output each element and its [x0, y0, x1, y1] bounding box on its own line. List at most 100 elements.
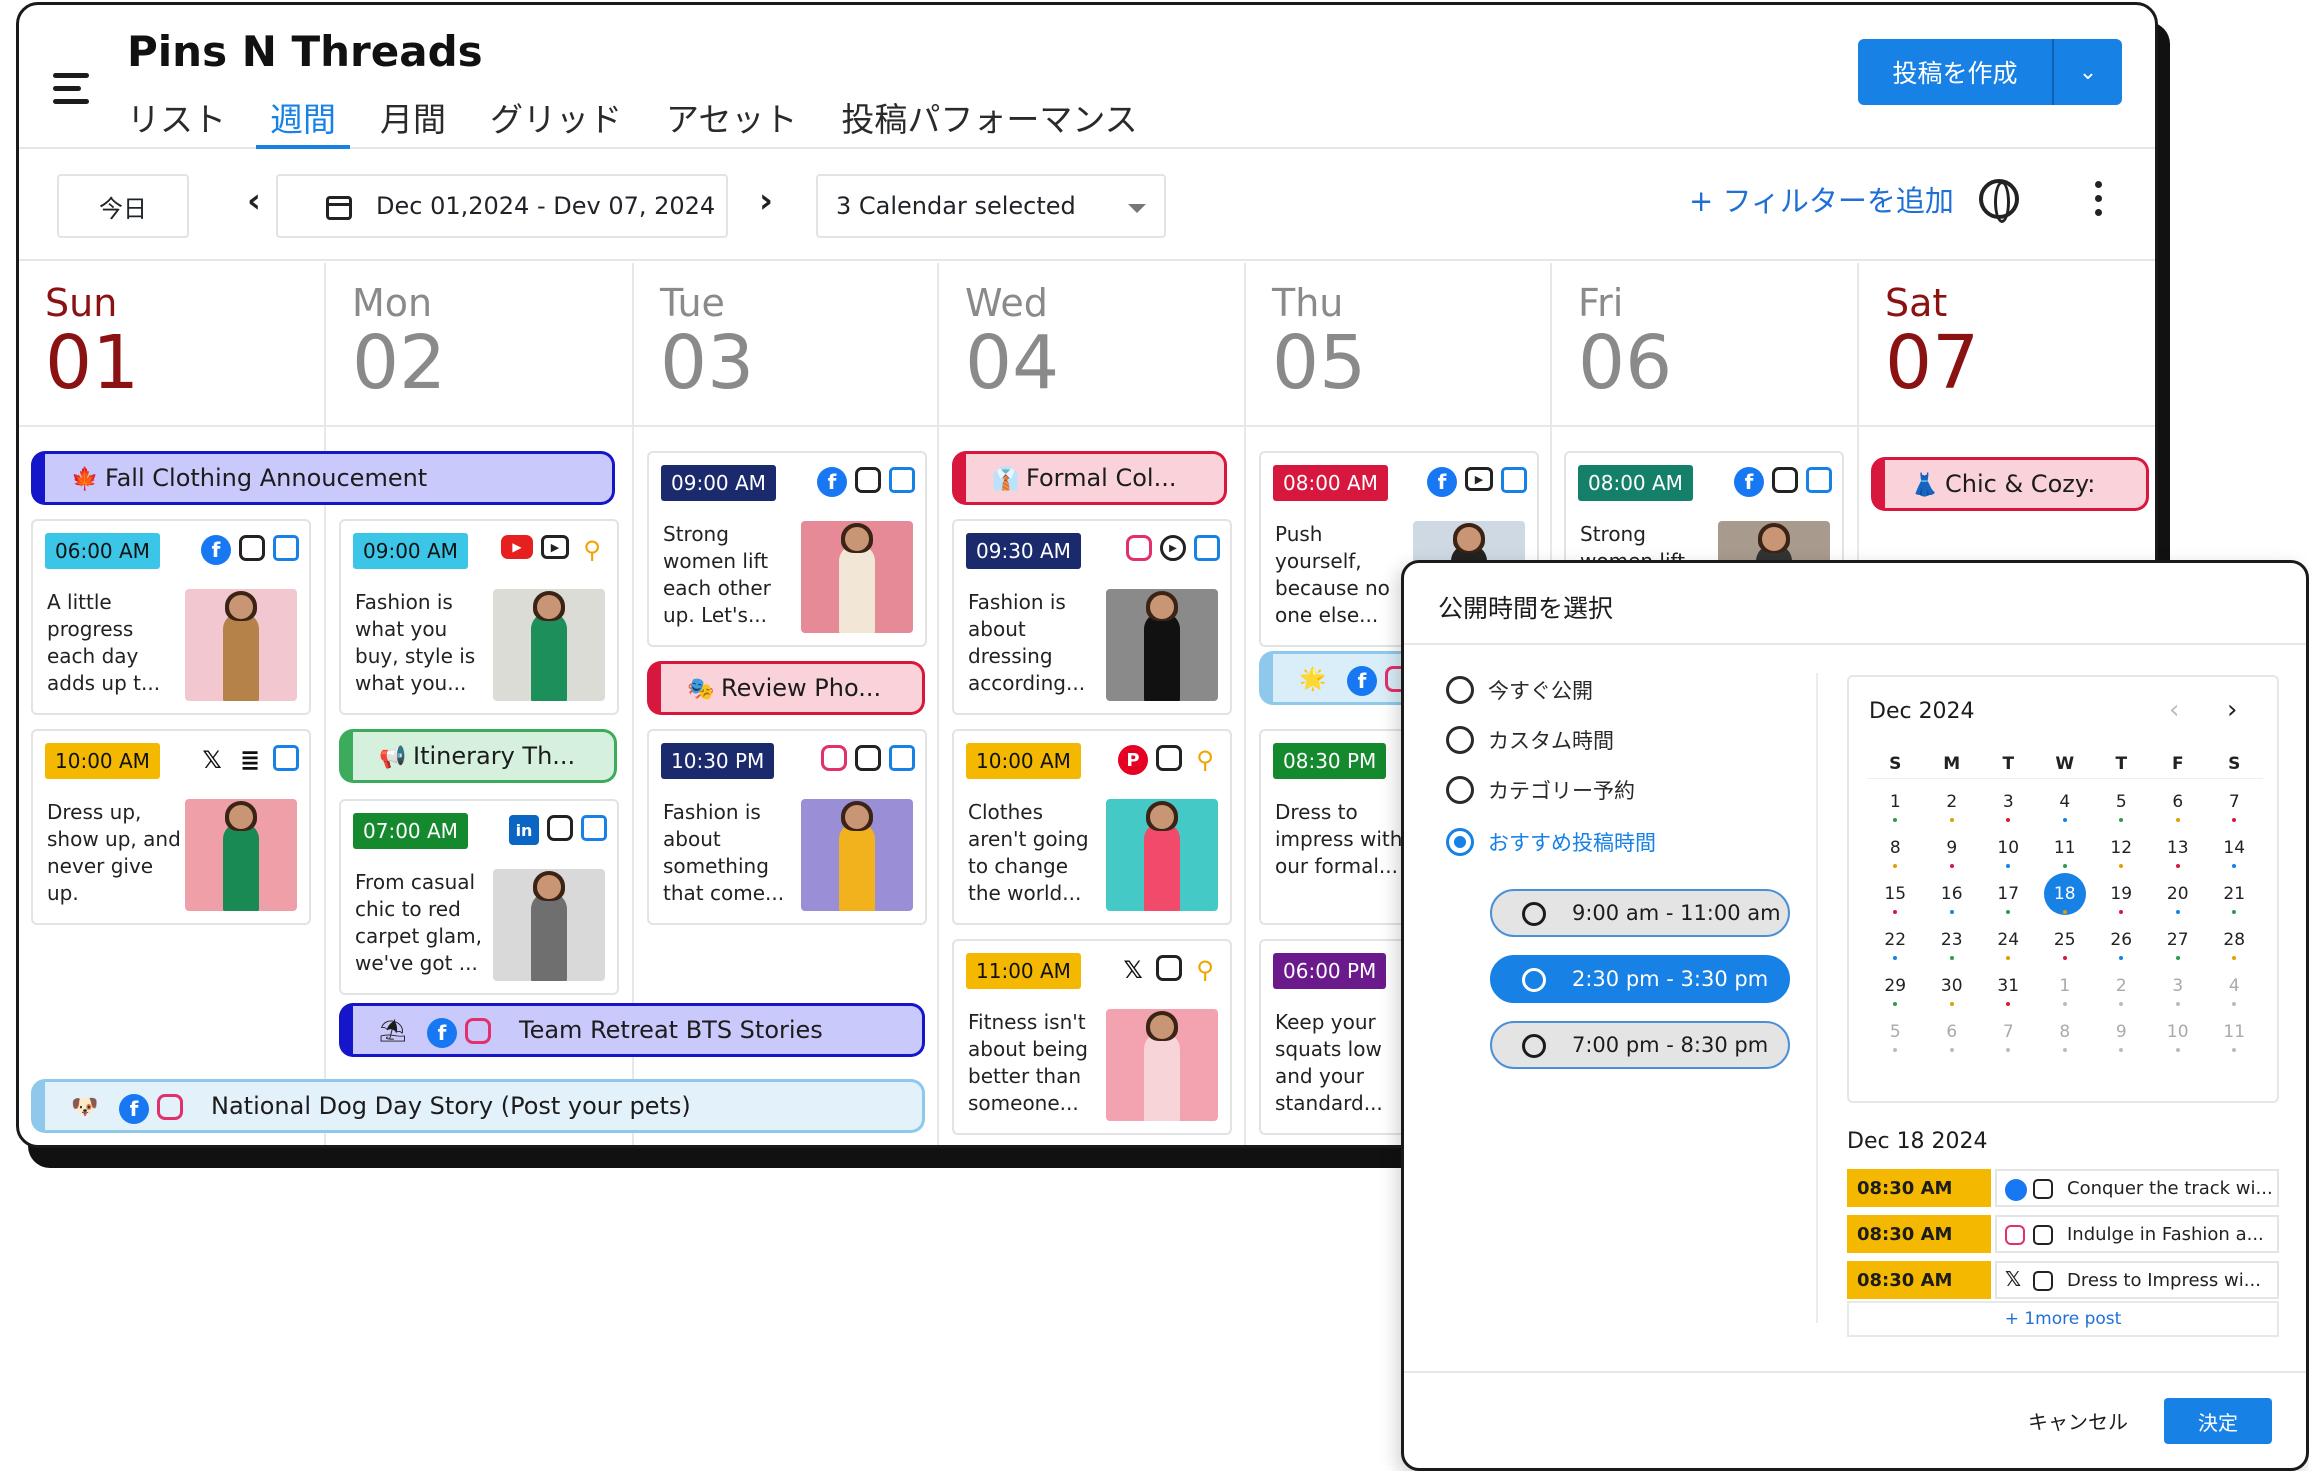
chevron-left-icon[interactable]: ‹ — [2169, 695, 2179, 725]
scheduled-post[interactable]: Conquer the track wi... — [1995, 1169, 2279, 1207]
calendar-day[interactable]: 25 — [2037, 930, 2094, 960]
calendar-day[interactable]: 1 — [1867, 792, 1924, 822]
calendar-day[interactable]: 11 — [2037, 838, 2094, 868]
more-options-icon[interactable] — [2095, 181, 2105, 223]
facebook-icon: f — [1734, 467, 1764, 497]
calendar-day[interactable]: 2 — [2093, 976, 2150, 1006]
scheduled-post-row[interactable]: 08:30 AM Indulge in Fashion a... — [1847, 1215, 2279, 1253]
chevron-down-icon[interactable]: ⌄ — [2054, 39, 2122, 105]
today-button[interactable]: 今日 — [57, 174, 189, 238]
radio-publish-now[interactable]: 今すぐ公開 — [1446, 675, 1593, 705]
add-filter-button[interactable]: + フィルターを追加 — [1689, 178, 1954, 220]
scheduled-post-row[interactable]: 08:30 AM Conquer the track wi... — [1847, 1169, 2279, 1207]
scheduled-post-row[interactable]: 08:30 AM 𝕏 Dress to Impress wi... — [1847, 1261, 2279, 1299]
calendar-day[interactable]: 1 — [2037, 976, 2094, 1006]
tab-grid[interactable]: グリッド — [490, 93, 622, 149]
radio-recommended-time[interactable]: おすすめ投稿時間 — [1446, 827, 1656, 857]
scheduled-time: 08:30 AM — [1847, 1215, 1991, 1253]
event-pill[interactable]: 🐶 f National Dog Day Story (Post your pe… — [31, 1079, 925, 1133]
tab-monthly[interactable]: 月間 — [380, 93, 446, 149]
calendar-day[interactable]: 26 — [2093, 930, 2150, 960]
calendar-day[interactable]: 17 — [1980, 884, 2037, 914]
event-pill[interactable]: 🍁 Fall Clothing Annoucement — [31, 451, 615, 505]
scheduled-post[interactable]: 𝕏 Dress to Impress wi... — [1995, 1261, 2279, 1299]
calendar-day[interactable]: 15 — [1867, 884, 1924, 914]
calendar-day[interactable]: 9 — [1924, 838, 1981, 868]
post-card[interactable]: 09:00 AM ▶ ▶ ⚲ Fashion is what you buy, st… — [339, 519, 619, 715]
calendar-day[interactable]: 4 — [2206, 976, 2263, 1006]
calendar-day[interactable]: 10 — [1980, 838, 2037, 868]
calendar-day[interactable]: 31 — [1980, 976, 2037, 1006]
post-time: 10:30 PM — [661, 743, 775, 779]
cancel-button[interactable]: キャンセル — [2028, 1406, 2128, 1435]
calendar-day[interactable]: 4 — [2037, 792, 2094, 822]
event-pill[interactable]: ⛱ f Team Retreat BTS Stories — [339, 1003, 925, 1057]
chevron-right-icon[interactable]: › — [2227, 695, 2237, 725]
create-post-label[interactable]: 投稿を作成 — [1858, 39, 2054, 105]
calendar-day[interactable]: 11 — [2206, 1022, 2263, 1052]
time-slot-button[interactable]: 2:30 pm - 3:30 pm — [1490, 955, 1790, 1003]
calendar-day[interactable]: 5 — [1867, 1022, 1924, 1052]
tab-assets[interactable]: アセット — [666, 93, 797, 149]
calendar-day[interactable]: 24 — [1980, 930, 2037, 960]
calendar-day[interactable]: 14 — [2206, 838, 2263, 868]
post-card[interactable]: 10:00 AM P ⚲ Clothes aren't going to chan… — [952, 729, 1232, 925]
tab-list[interactable]: リスト — [127, 93, 226, 149]
calendar-day[interactable]: 20 — [2150, 884, 2207, 914]
post-time: 09:30 AM — [966, 533, 1081, 569]
post-card[interactable]: 11:00 AM 𝕏 ⚲ Fitness isn't about being be… — [952, 939, 1232, 1135]
calendar-day[interactable]: 23 — [1924, 930, 1981, 960]
calendar-day[interactable]: 3 — [2150, 976, 2207, 1006]
dress-icon: 👗 — [1911, 473, 1939, 498]
chevron-left-icon[interactable]: ‹ — [247, 181, 261, 221]
more-posts-link[interactable]: + 1more post — [1847, 1301, 2279, 1337]
calendar-day[interactable]: 8 — [1867, 838, 1924, 868]
clock-star-icon — [1522, 902, 1546, 926]
post-card[interactable]: 06:00 AM f A little progress each day ad… — [31, 519, 311, 715]
tab-post-performance[interactable]: 投稿パフォーマンス — [841, 93, 1137, 149]
calendar-day[interactable]: 22 — [1867, 930, 1924, 960]
calendar-day[interactable]: 7 — [2206, 792, 2263, 822]
chevron-right-icon[interactable]: › — [759, 181, 773, 221]
globe-icon[interactable] — [1979, 179, 2019, 223]
calendar-select-dropdown[interactable]: 3 Calendar selected — [816, 174, 1166, 238]
calendar-day[interactable]: 10 — [2150, 1022, 2207, 1052]
calendar-day[interactable]: 6 — [2150, 792, 2207, 822]
calendar-day[interactable]: 3 — [1980, 792, 2037, 822]
calendar-day[interactable]: 12 — [2093, 838, 2150, 868]
confirm-button[interactable]: 決定 — [2164, 1398, 2272, 1444]
calendar-day[interactable]: 28 — [2206, 930, 2263, 960]
menu-icon[interactable] — [53, 73, 89, 105]
radio-category-schedule[interactable]: カテゴリー予約 — [1446, 775, 1635, 805]
event-pill[interactable]: 📢 Itinerary Th... — [339, 729, 617, 783]
calendar-day[interactable]: 7 — [1980, 1022, 2037, 1052]
event-pill[interactable]: 👗 Chic & Cozy: — [1871, 457, 2149, 511]
post-card[interactable]: 07:00 AM in From casual chic to red carp… — [339, 799, 619, 995]
tab-weekly[interactable]: 週間 — [256, 93, 350, 149]
post-card[interactable]: 10:00 AM 𝕏 ≣ Dress up, show up, and never… — [31, 729, 311, 925]
scheduled-post[interactable]: Indulge in Fashion a... — [1995, 1215, 2279, 1253]
calendar-day[interactable]: 18 — [2037, 873, 2094, 915]
create-post-button[interactable]: 投稿を作成 ⌄ — [1858, 39, 2122, 105]
post-card[interactable]: 10:30 PM Fashion is about something that… — [647, 729, 927, 925]
calendar-day[interactable]: 13 — [2150, 838, 2207, 868]
post-card[interactable]: 09:30 AM ▶ Fashion is about dressing acc… — [952, 519, 1232, 715]
calendar-day[interactable]: 29 — [1867, 976, 1924, 1006]
calendar-day[interactable]: 21 — [2206, 884, 2263, 914]
calendar-day[interactable]: 2 — [1924, 792, 1981, 822]
radio-custom-time[interactable]: カスタム時間 — [1446, 725, 1614, 755]
calendar-day[interactable]: 27 — [2150, 930, 2207, 960]
calendar-day[interactable]: 30 — [1924, 976, 1981, 1006]
date-range-picker[interactable]: Dec 01,2024 - Dev 07, 2024 — [276, 174, 728, 238]
post-card[interactable]: 09:00 AM f Strong women lift each other … — [647, 451, 927, 647]
calendar-day[interactable]: 5 — [2093, 792, 2150, 822]
event-pill[interactable]: 🎭 Review Pho... — [647, 661, 925, 715]
time-slot-button[interactable]: 9:00 am - 11:00 am — [1490, 889, 1790, 937]
calendar-day[interactable]: 8 — [2037, 1022, 2094, 1052]
calendar-day[interactable]: 6 — [1924, 1022, 1981, 1052]
time-slot-button[interactable]: 7:00 pm - 8:30 pm — [1490, 1021, 1790, 1069]
calendar-day[interactable]: 16 — [1924, 884, 1981, 914]
calendar-day[interactable]: 9 — [2093, 1022, 2150, 1052]
event-pill[interactable]: 👔 Formal Col... — [952, 451, 1227, 505]
calendar-day[interactable]: 19 — [2093, 884, 2150, 914]
